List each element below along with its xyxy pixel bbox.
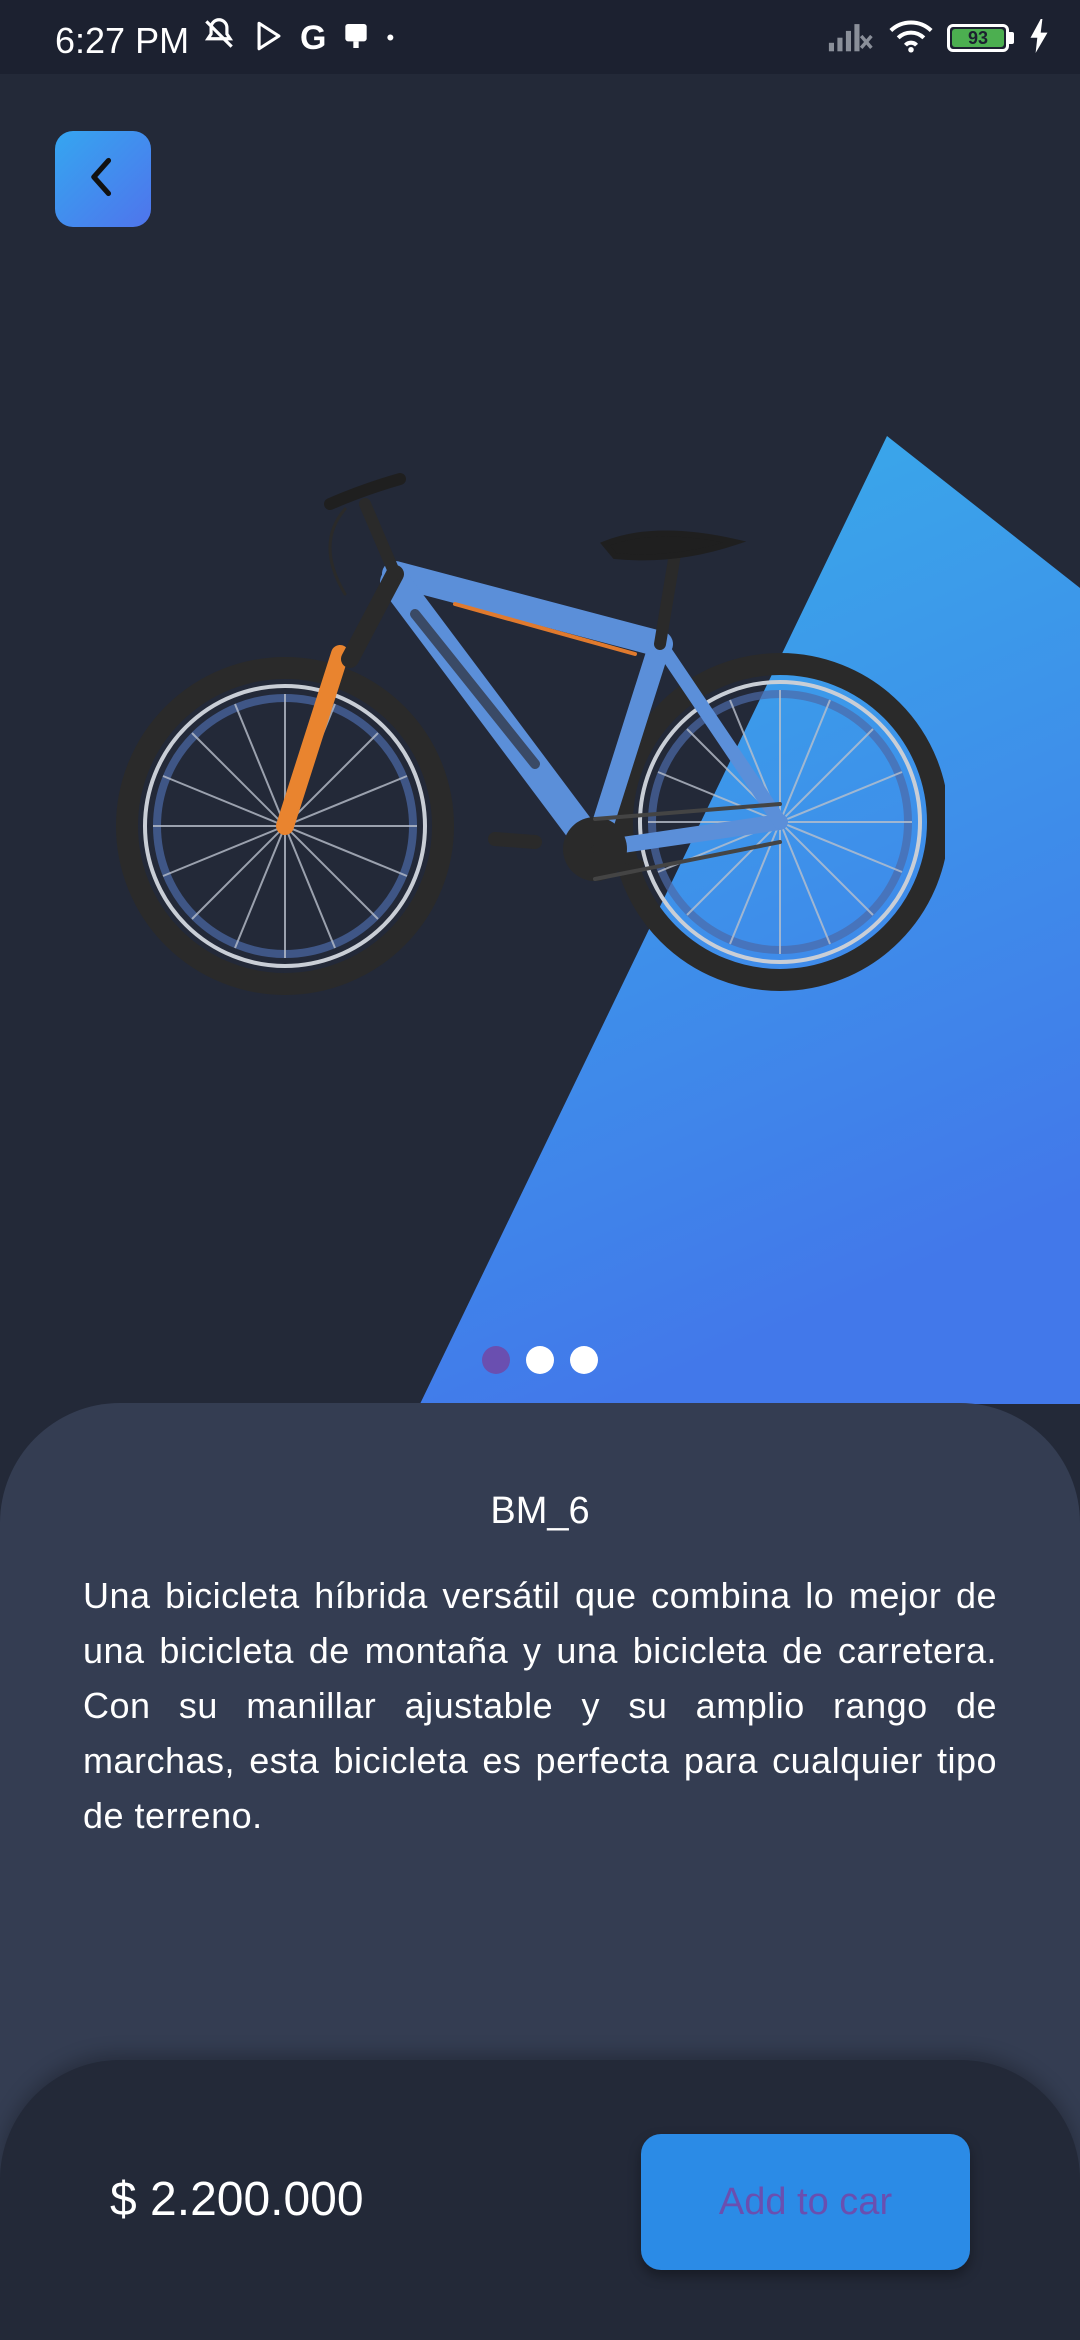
dot-icon: •	[386, 25, 395, 50]
google-icon: G	[300, 19, 327, 57]
battery-body: 93	[947, 24, 1009, 52]
product-description: Una bicicleta híbrida versátil que combi…	[83, 1575, 997, 1836]
carousel-dot-3[interactable]	[570, 1346, 598, 1374]
carousel-indicators	[0, 1346, 1080, 1374]
wifi-icon	[889, 19, 933, 58]
bicycle-image	[116, 473, 945, 995]
signal-icon	[827, 19, 875, 58]
carousel-dot-2[interactable]	[526, 1346, 554, 1374]
add-to-cart-button[interactable]: Add to car	[641, 2134, 970, 2270]
battery-cap	[1009, 32, 1014, 44]
product-price: $ 2.200.000	[110, 2173, 364, 2226]
play-store-icon	[252, 19, 286, 58]
status-left-icons: G •	[200, 17, 395, 58]
status-time: 6:27 PM	[55, 20, 190, 61]
chevron-left-icon	[81, 155, 125, 204]
notification-icon	[340, 19, 372, 58]
carousel-dot-1[interactable]	[482, 1346, 510, 1374]
charging-icon	[1028, 18, 1050, 58]
status-bar: 6:27 PM G • 93	[0, 0, 1080, 74]
status-right-icons: 93	[827, 18, 1050, 58]
battery-icon: 93	[947, 24, 1014, 52]
product-title: BM_6	[490, 1490, 590, 1532]
back-button[interactable]	[55, 131, 151, 227]
battery-level: 93	[952, 29, 1005, 47]
product-hero	[0, 74, 1080, 1404]
mute-icon	[200, 15, 238, 62]
